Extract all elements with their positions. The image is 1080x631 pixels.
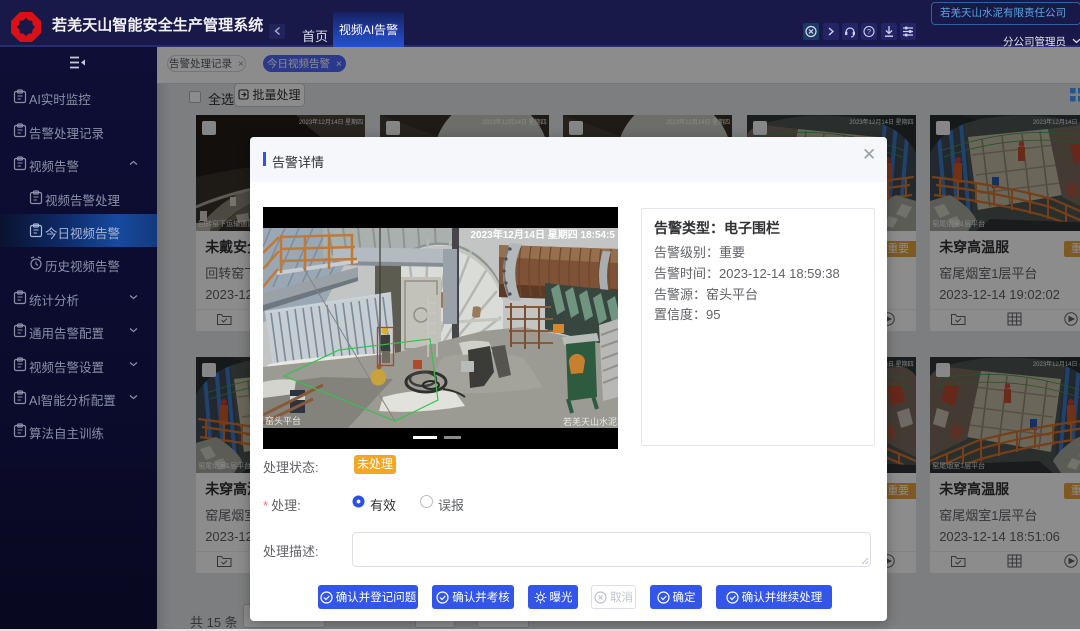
svg-text:2023年12月14日 星期四 18:54:5: 2023年12月14日 星期四 18:54:5 bbox=[470, 228, 615, 241]
svg-text:?: ? bbox=[867, 27, 871, 36]
svg-text:若羌天山水泥: 若羌天山水泥 bbox=[563, 416, 617, 427]
svg-text:窑头平台: 窑头平台 bbox=[265, 415, 301, 426]
